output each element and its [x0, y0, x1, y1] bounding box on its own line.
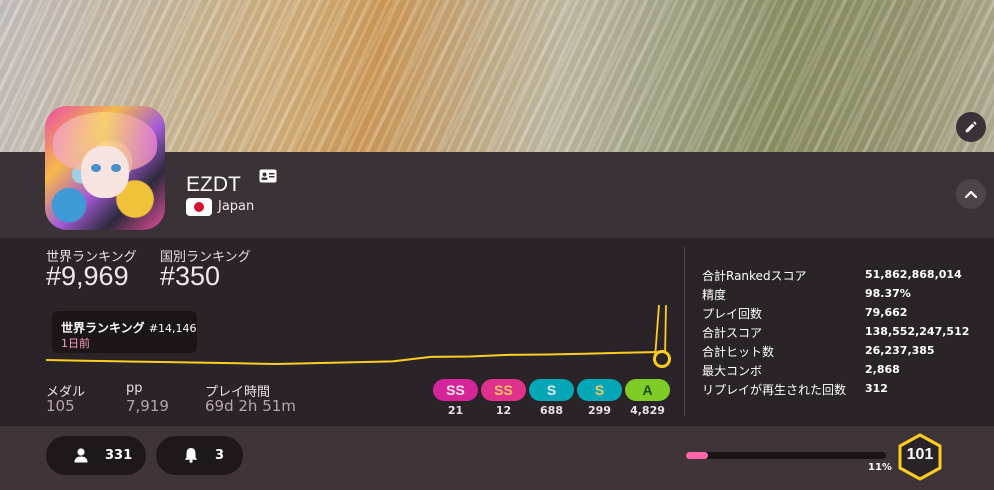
total-hits-label: 合計ヒット数	[702, 345, 775, 359]
playtime-value: 69d 2h 51m	[205, 397, 296, 415]
grade-ss-silver-badge: SS	[433, 379, 478, 401]
tooltip-rank: #14,146	[148, 322, 197, 335]
edit-cover-button[interactable]	[956, 112, 986, 142]
grade-s-count: 299	[588, 404, 611, 417]
play-count-value: 79,662	[865, 306, 908, 319]
followers-button[interactable]: 331	[46, 436, 146, 475]
avatar	[45, 106, 165, 230]
total-score-value: 138,552,247,512	[865, 325, 970, 338]
rank-spike-line	[654, 304, 660, 359]
notifications-button[interactable]: 3	[156, 436, 243, 475]
accuracy-label: 精度	[702, 288, 727, 302]
ranked-score-label: 合計Rankedスコア	[702, 269, 807, 283]
rank-spike-line	[664, 304, 667, 359]
level-progress-fill	[686, 452, 708, 459]
accuracy-value: 98.37%	[865, 287, 911, 300]
grade-a-badge: A	[625, 379, 670, 401]
bell-icon	[184, 448, 198, 463]
rank-history-line	[46, 351, 663, 365]
tooltip-time: 1日前	[61, 337, 90, 350]
pp-label: pp	[126, 381, 143, 396]
max-combo-label: 最大コンボ	[702, 364, 763, 378]
replays-watched-label: リプレイが再生された回数	[702, 383, 847, 397]
max-combo-value: 2,868	[865, 363, 900, 376]
grade-s-silver-badge: S	[529, 379, 574, 401]
level-value: 101	[906, 446, 934, 463]
username: EZDT	[186, 173, 241, 196]
pencil-icon	[965, 121, 977, 133]
profile-card-icon[interactable]	[259, 168, 277, 187]
user-icon	[74, 448, 88, 463]
notifications-count: 3	[215, 448, 225, 463]
medal-value: 105	[46, 397, 75, 415]
collapse-button[interactable]	[956, 179, 986, 209]
grade-s-badge: S	[577, 379, 622, 401]
grade-a-count: 4,829	[630, 404, 665, 417]
total-hits-value: 26,237,385	[865, 344, 935, 357]
pp-value: 7,919	[126, 397, 169, 415]
play-count-label: プレイ回数	[702, 307, 763, 321]
replays-watched-value: 312	[865, 382, 888, 395]
grade-ss-badge: SS	[481, 379, 526, 401]
country-name[interactable]: Japan	[218, 199, 254, 214]
followers-count: 331	[105, 448, 133, 463]
country-flag-icon	[186, 198, 212, 216]
grade-s-silver-count: 688	[540, 404, 563, 417]
chevron-up-icon	[965, 190, 977, 198]
level-progress-label: 11%	[868, 462, 892, 473]
grade-ss-count: 12	[495, 404, 512, 417]
rank-tooltip: 世界ランキング #14,146 1日前	[52, 311, 197, 353]
country-rank-value: #350	[160, 261, 221, 291]
level-progress-bar	[686, 452, 886, 459]
tooltip-title: 世界ランキング	[61, 321, 145, 335]
ranked-score-value: 51,862,868,014	[865, 268, 962, 281]
global-rank-value: #9,969	[46, 261, 129, 291]
total-score-label: 合計スコア	[702, 326, 763, 340]
rank-current-marker[interactable]	[653, 350, 671, 368]
grade-ss-silver-count: 21	[447, 404, 464, 417]
divider	[684, 246, 685, 416]
